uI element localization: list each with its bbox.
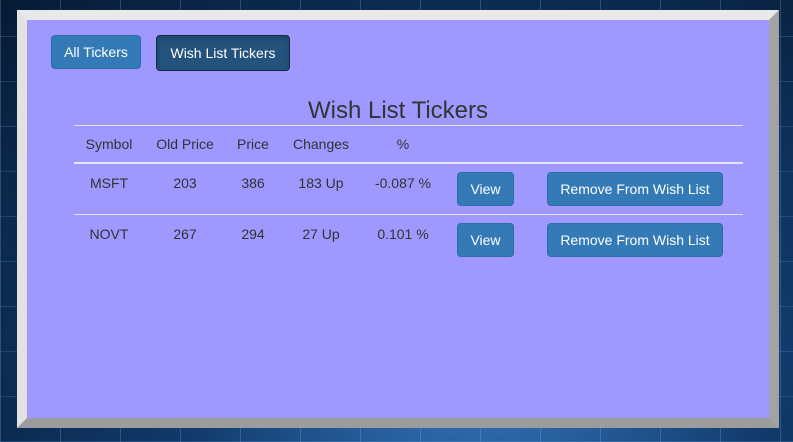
row-symbol: MSFT — [89, 175, 129, 191]
row-percent: 0.101 % — [377, 226, 429, 242]
row-percent: -0.087 % — [374, 175, 432, 191]
view-button[interactable]: View — [457, 223, 514, 257]
page-title: Wish List Tickers — [307, 97, 489, 124]
wish-list-tickers-button[interactable]: Wish List Tickers — [156, 35, 290, 71]
header-divider — [74, 162, 743, 164]
table-top-border — [74, 125, 743, 126]
all-tickers-button[interactable]: All Tickers — [51, 35, 141, 69]
view-button[interactable]: View — [457, 172, 514, 206]
row-divider — [74, 214, 743, 215]
main-panel: All Tickers Wish List Tickers Wish List … — [17, 10, 779, 428]
row-changes: 27 Up — [302, 226, 340, 242]
header-changes: Changes — [292, 136, 350, 152]
header-percent: % — [396, 136, 410, 152]
row-changes: 183 Up — [298, 175, 344, 191]
header-symbol: Symbol — [85, 136, 133, 152]
remove-from-wish-list-button[interactable]: Remove From Wish List — [547, 223, 723, 257]
row-symbol: NOVT — [89, 226, 129, 242]
remove-from-wish-list-button[interactable]: Remove From Wish List — [547, 172, 723, 206]
